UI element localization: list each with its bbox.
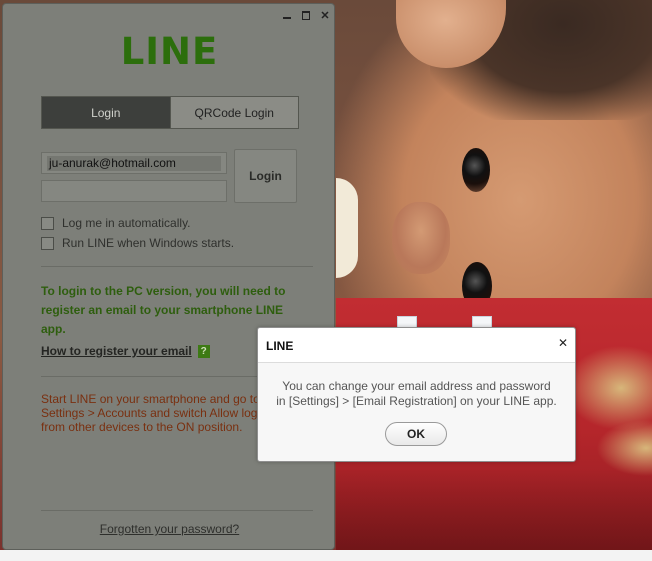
email-value: ju-anurak@hotmail.com — [47, 156, 221, 171]
run-on-startup-label: Run LINE when Windows starts. — [62, 236, 235, 250]
password-field[interactable] — [41, 180, 227, 202]
desktop-bottom-strip — [0, 550, 652, 561]
dialog-message: You can change your email address and pa… — [258, 379, 575, 409]
line-logo: LINE — [120, 30, 219, 73]
how-to-register-link[interactable]: How to register your email — [41, 344, 192, 358]
auto-login-option[interactable]: Log me in automatically. — [41, 216, 191, 230]
wallpaper-photo-nose — [392, 202, 450, 274]
wallpaper-photo-eye — [462, 148, 490, 192]
ok-button[interactable]: OK — [385, 422, 447, 446]
login-button[interactable]: Login — [234, 149, 297, 203]
wallpaper-photo-mouth — [336, 178, 358, 278]
dialog-message-line: in [Settings] > [Email Registration] on … — [276, 394, 557, 408]
line-login-window: LINE Login QRCode Login ju-anurak@hotmai… — [2, 3, 335, 550]
dialog-close-icon[interactable]: ✕ — [555, 335, 571, 351]
dialog-message-line: You can change your email address and pa… — [282, 379, 551, 393]
divider — [41, 510, 313, 511]
dialog-titlebar: LINE ✕ — [258, 328, 575, 363]
close-icon[interactable] — [318, 8, 332, 22]
maximize-button[interactable] — [299, 8, 313, 22]
register-link-row: How to register your email ? — [41, 344, 210, 358]
instruction-text: Start LINE on your smartphone and go to … — [41, 392, 267, 434]
run-on-startup-option[interactable]: Run LINE when Windows starts. — [41, 236, 234, 250]
tab-login[interactable]: Login — [42, 97, 170, 128]
auto-login-checkbox[interactable] — [41, 216, 54, 230]
info-dialog: LINE ✕ You can change your email address… — [257, 327, 576, 462]
login-tabs: Login QRCode Login — [41, 96, 299, 129]
forgot-password-link[interactable]: Forgotten your password? — [3, 522, 336, 536]
tab-qrcode-login[interactable]: QRCode Login — [169, 97, 298, 128]
help-icon[interactable]: ? — [197, 344, 210, 358]
dialog-title: LINE — [266, 339, 294, 353]
wallpaper-photo-shadow — [336, 470, 652, 550]
divider — [41, 266, 313, 267]
run-on-startup-checkbox[interactable] — [41, 236, 54, 250]
minimize-button[interactable] — [280, 8, 294, 22]
email-field[interactable]: ju-anurak@hotmail.com — [41, 152, 227, 174]
auto-login-label: Log me in automatically. — [62, 216, 191, 230]
